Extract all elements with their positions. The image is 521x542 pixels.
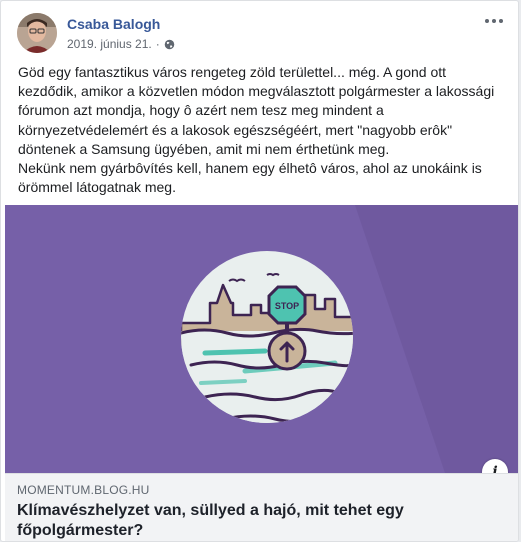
post-text: Göd egy fantasztikus város rengeteg zöld… bbox=[18, 63, 508, 197]
post-date[interactable]: 2019. június 21. bbox=[67, 37, 152, 51]
link-preview-image[interactable]: STOP i bbox=[5, 205, 518, 473]
globe-icon bbox=[164, 39, 175, 49]
post-meta: 2019. június 21. · bbox=[67, 37, 175, 51]
meta-separator: · bbox=[155, 37, 160, 51]
link-domain: momentum.blog.hu bbox=[17, 483, 150, 497]
stop-sign-text: STOP bbox=[275, 301, 299, 311]
link-title[interactable]: Klímavészhelyzet van, süllyed a hajó, mi… bbox=[17, 501, 477, 541]
post-header: Csaba Balogh 2019. június 21. · bbox=[17, 13, 506, 57]
post-paragraph-1: Göd egy fantasztikus város rengeteg zöld… bbox=[18, 64, 495, 157]
author-name[interactable]: Csaba Balogh bbox=[67, 16, 160, 32]
avatar[interactable] bbox=[17, 13, 57, 53]
post-card: Csaba Balogh 2019. június 21. · Göd egy … bbox=[0, 0, 519, 542]
illustration: STOP bbox=[181, 205, 518, 473]
post-paragraph-2: Nekünk nem gyárbôvítés kell, hanem egy é… bbox=[18, 160, 482, 196]
more-options-icon[interactable] bbox=[482, 11, 506, 31]
avatar-image bbox=[17, 13, 57, 53]
link-preview-caption[interactable]: momentum.blog.hu Klímavészhelyzet van, s… bbox=[5, 473, 518, 541]
info-icon: i bbox=[492, 464, 498, 473]
